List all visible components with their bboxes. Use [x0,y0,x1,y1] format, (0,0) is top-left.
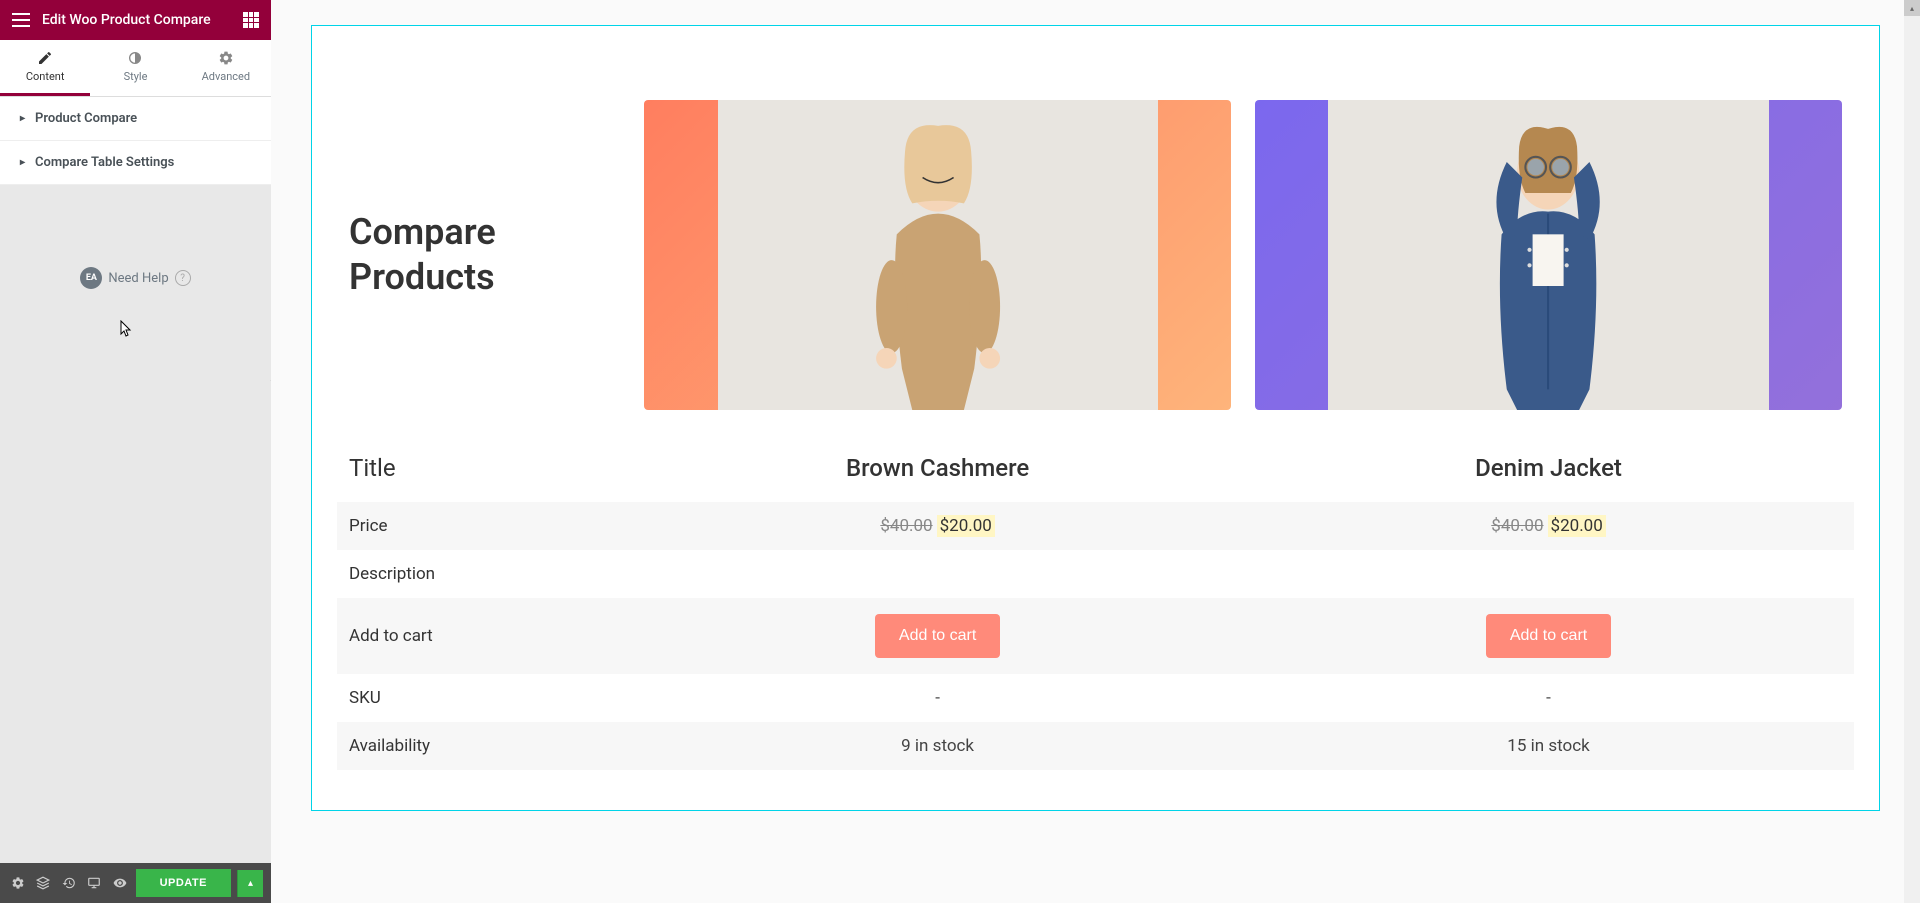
update-button[interactable]: UPDATE [136,869,231,897]
product-sku-2: - [1243,674,1854,722]
mouse-cursor-icon [120,320,134,342]
product-image-1[interactable] [644,100,1231,410]
section-compare-table-settings-label: Compare Table Settings [35,155,174,170]
product-image-2[interactable] [1255,100,1842,410]
title-row: Title Brown Cashmere Denim Jacket [337,424,1854,502]
tab-style[interactable]: Style [90,40,180,96]
product-description-2 [1243,550,1854,598]
tab-content[interactable]: Content [0,40,90,96]
widget-frame[interactable]: Compare Products [311,25,1880,811]
pencil-icon [37,50,53,66]
product-price-2: $40.00$20.00 [1243,502,1854,550]
editor-canvas[interactable]: Compare Products [271,0,1920,903]
widget-title: Edit Woo Product Compare [42,12,243,28]
product-description-1 [632,550,1243,598]
editor-bottom-bar: UPDATE ▴ [0,863,271,903]
responsive-icon[interactable] [85,869,105,897]
person-illustration-2 [1328,100,1768,410]
availability-row: Availability 9 in stock 15 in stock [337,722,1854,770]
navigator-icon[interactable] [34,869,54,897]
compare-heading-line2: Products [349,256,495,298]
canvas-scrollbar[interactable]: ▴ [1904,0,1920,903]
product-availability-2: 15 in stock [1243,722,1854,770]
tab-style-label: Style [124,70,148,83]
settings-icon[interactable] [8,869,28,897]
help-area: EA Need Help ? [0,185,271,309]
sidebar-header: Edit Woo Product Compare [0,0,271,40]
editor-sidebar: Edit Woo Product Compare Content Style A… [0,0,271,903]
product-title-1: Brown Cashmere [632,424,1243,502]
description-row: Description [337,550,1854,598]
row-label-add-to-cart: Add to cart [337,598,632,674]
caret-right-icon: ▸ [20,113,25,124]
gear-icon [218,50,234,66]
old-price-1: $40.00 [880,516,932,536]
product-title-2: Denim Jacket [1243,424,1854,502]
sku-row: SKU - - [337,674,1854,722]
menu-icon[interactable] [12,13,30,27]
person-illustration-1 [718,100,1158,410]
need-help-link[interactable]: EA Need Help ? [80,267,190,289]
new-price-1: $20.00 [937,515,995,537]
ea-badge-icon: EA [80,267,102,289]
add-to-cart-row: Add to cart Add to cart Add to cart [337,598,1854,674]
add-to-cart-button-1[interactable]: Add to cart [875,614,1000,658]
tab-advanced[interactable]: Advanced [181,40,271,96]
row-label-title: Title [337,424,632,502]
tab-content-label: Content [26,70,65,83]
widgets-grid-icon[interactable] [243,12,259,28]
compare-heading-line1: Compare [349,211,496,253]
add-to-cart-button-2[interactable]: Add to cart [1486,614,1611,658]
editor-tabs: Content Style Advanced [0,40,271,97]
section-product-compare-label: Product Compare [35,111,137,126]
caret-right-icon: ▸ [20,157,25,168]
tab-advanced-label: Advanced [202,70,250,83]
row-label-price: Price [337,502,632,550]
style-icon [127,50,143,66]
history-icon[interactable] [59,869,79,897]
section-compare-table-settings[interactable]: ▸ Compare Table Settings [0,141,271,185]
need-help-label: Need Help [108,271,168,286]
image-row: Compare Products [337,86,1854,424]
compare-heading: Compare Products [349,210,620,300]
row-label-sku: SKU [337,674,632,722]
compare-table: Compare Products [337,86,1854,770]
update-options-button[interactable]: ▴ [237,870,263,897]
product-price-1: $40.00$20.00 [632,502,1243,550]
new-price-2: $20.00 [1548,515,1606,537]
row-label-description: Description [337,550,632,598]
preview-icon[interactable] [110,869,130,897]
scrollbar-up-arrow[interactable]: ▴ [1904,0,1920,16]
old-price-2: $40.00 [1491,516,1543,536]
price-row: Price $40.00$20.00 $40.00$20.00 [337,502,1854,550]
product-sku-1: - [632,674,1243,722]
product-availability-1: 9 in stock [632,722,1243,770]
row-label-availability: Availability [337,722,632,770]
section-product-compare[interactable]: ▸ Product Compare [0,97,271,141]
help-icon: ? [175,270,191,286]
